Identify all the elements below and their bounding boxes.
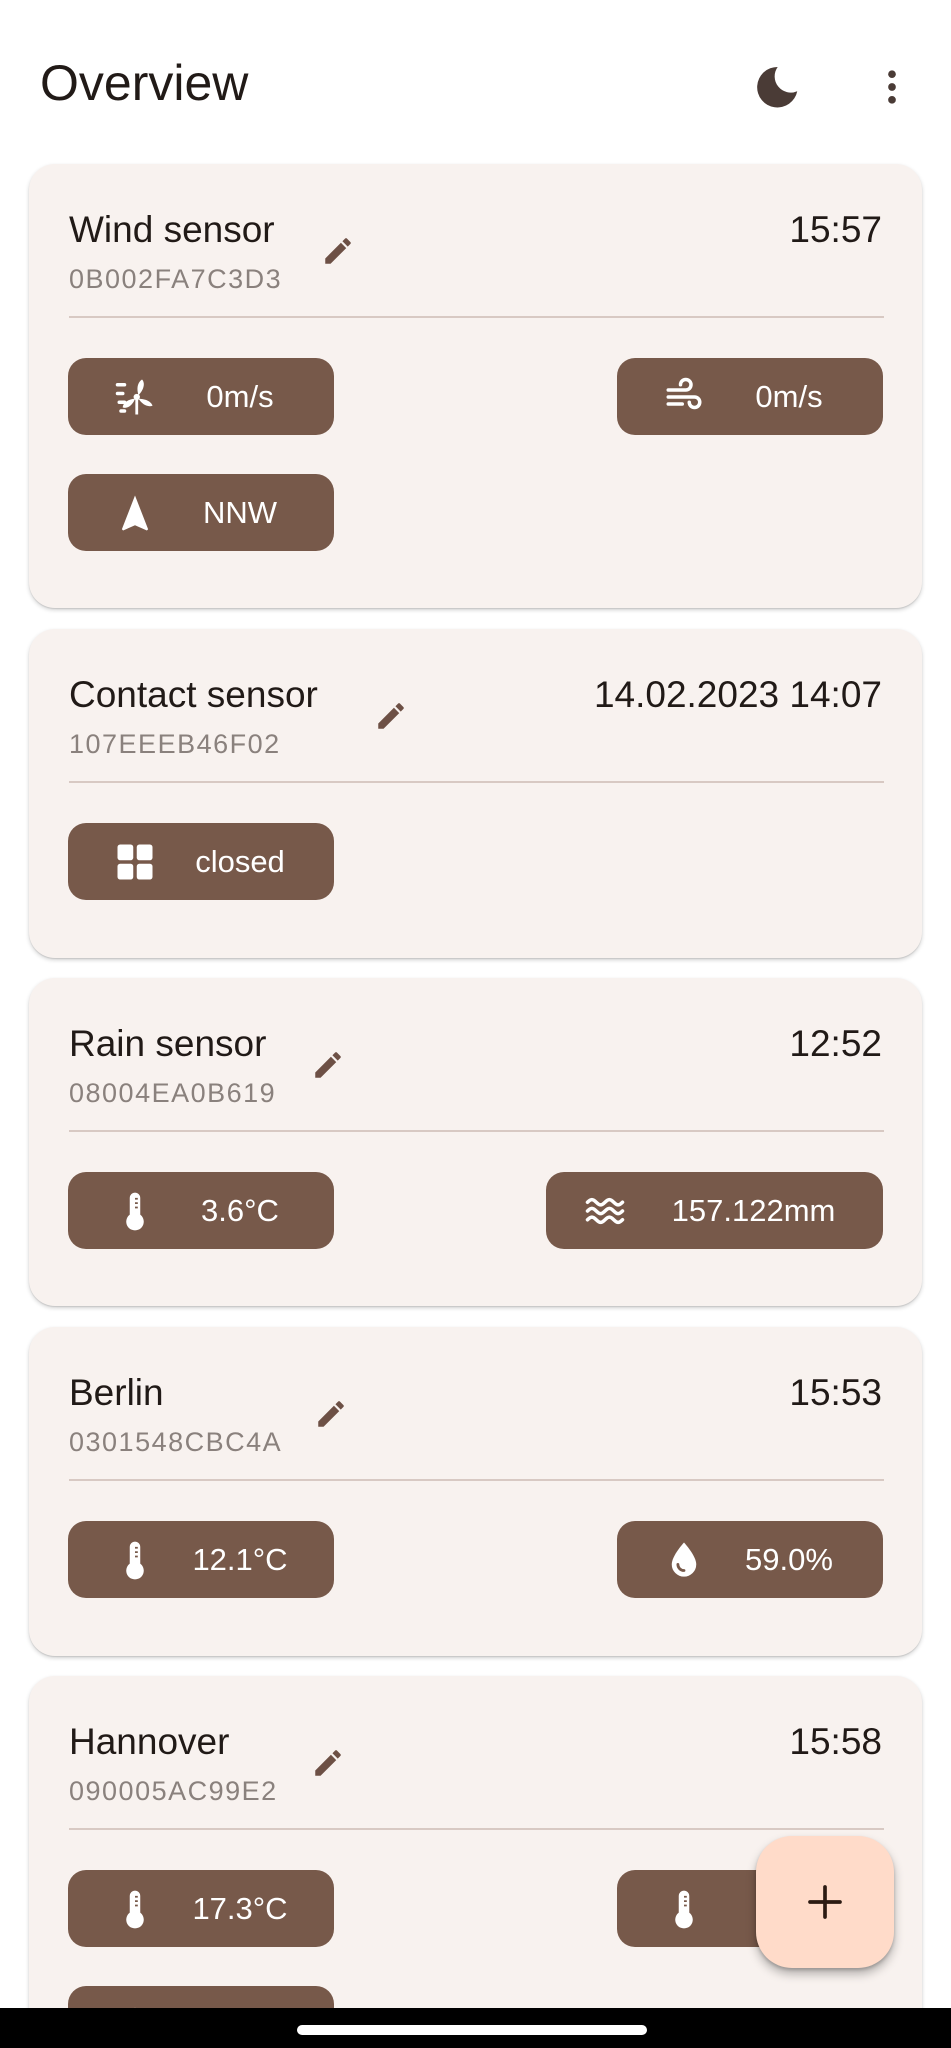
chip-temperature[interactable]: 12.1°C — [68, 1521, 334, 1598]
chip-wind-direction[interactable]: NNW — [68, 474, 334, 551]
system-navigation-bar — [0, 2008, 951, 2048]
sensor-card-contact[interactable]: Contact sensor 107EEEB46F02 14.02.2023 1… — [29, 629, 922, 958]
sensor-card-wind[interactable]: Wind sensor 0B002FA7C3D3 15:57 0m/s 0m/s — [29, 164, 922, 608]
sensor-name: Contact sensor — [69, 674, 318, 715]
humidity-drop-icon — [671, 1542, 697, 1577]
card-divider — [69, 1130, 884, 1132]
sensor-id: 0B002FA7C3D3 — [69, 264, 283, 294]
card-divider — [69, 1479, 884, 1481]
edit-icon[interactable] — [321, 234, 355, 268]
chip-value: 12.1°C — [192, 1542, 288, 1577]
waves-icon — [585, 1197, 625, 1225]
chip-value: 3.6°C — [201, 1193, 279, 1228]
sensor-id: 090005AC99E2 — [69, 1776, 278, 1806]
top-app-bar: Overview — [0, 0, 951, 160]
sensor-id: 08004EA0B619 — [69, 1078, 277, 1108]
sensor-card-berlin[interactable]: Berlin 0301548CBC4A 15:53 12.1°C 59.0% — [29, 1327, 922, 1656]
sensor-card-rain[interactable]: Rain sensor 08004EA0B619 12:52 3.6°C 157… — [29, 978, 922, 1306]
sensor-id: 0301548CBC4A — [69, 1427, 283, 1457]
chip-value: 59.0% — [745, 1542, 833, 1577]
home-gesture-handle[interactable] — [297, 2025, 647, 2035]
wind-turbine-icon — [115, 379, 153, 415]
add-sensor-button[interactable] — [756, 1836, 894, 1968]
chip-value: 17.3°C — [192, 1891, 288, 1926]
more-vert-icon[interactable] — [870, 60, 914, 114]
chip-wind-gust[interactable]: 0m/s — [617, 358, 883, 435]
sensor-name: Wind sensor — [69, 209, 275, 250]
thermometer-icon — [126, 1890, 144, 1929]
sensor-time: 14.02.2023 14:07 — [593, 674, 882, 715]
sensor-time: 15:53 — [789, 1372, 882, 1413]
sensor-time: 15:57 — [789, 209, 882, 250]
chip-rain-amount[interactable]: 157.122mm — [546, 1172, 883, 1249]
navigation-arrow-icon — [121, 495, 149, 531]
wind-icon — [666, 377, 702, 410]
chip-humidity[interactable]: 59.0% — [617, 1521, 883, 1598]
sensor-time: 12:52 — [789, 1023, 882, 1064]
chip-value: 0m/s — [206, 379, 274, 414]
edit-icon[interactable] — [311, 1048, 345, 1082]
thermometer-icon — [126, 1192, 144, 1231]
sensor-name: Hannover — [69, 1721, 230, 1762]
chip-wind-speed[interactable]: 0m/s — [68, 358, 334, 435]
chip-value: 157.122mm — [671, 1193, 836, 1228]
sensor-id: 107EEEB46F02 — [69, 729, 281, 759]
edit-icon[interactable] — [311, 1746, 345, 1780]
chip-temperature[interactable]: 17.3°C — [68, 1870, 334, 1947]
moon-icon[interactable] — [750, 60, 804, 114]
window-icon — [117, 844, 153, 880]
edit-icon[interactable] — [314, 1397, 348, 1431]
chip-temperature[interactable]: 3.6°C — [68, 1172, 334, 1249]
plus-icon — [808, 1885, 842, 1919]
sensor-time: 15:58 — [789, 1721, 882, 1762]
card-divider — [69, 1828, 884, 1830]
chip-value: closed — [195, 844, 285, 879]
page-title: Overview — [40, 55, 249, 111]
chip-window-state[interactable]: closed — [68, 823, 334, 900]
sensor-name: Berlin — [69, 1372, 164, 1413]
sensor-name: Rain sensor — [69, 1023, 267, 1064]
thermometer-icon — [126, 1541, 144, 1580]
chip-value: NNW — [202, 495, 278, 530]
thermometer-icon — [675, 1890, 693, 1929]
edit-icon[interactable] — [374, 699, 408, 733]
card-divider — [69, 781, 884, 783]
card-divider — [69, 316, 884, 318]
chip-value: 0m/s — [755, 379, 823, 414]
